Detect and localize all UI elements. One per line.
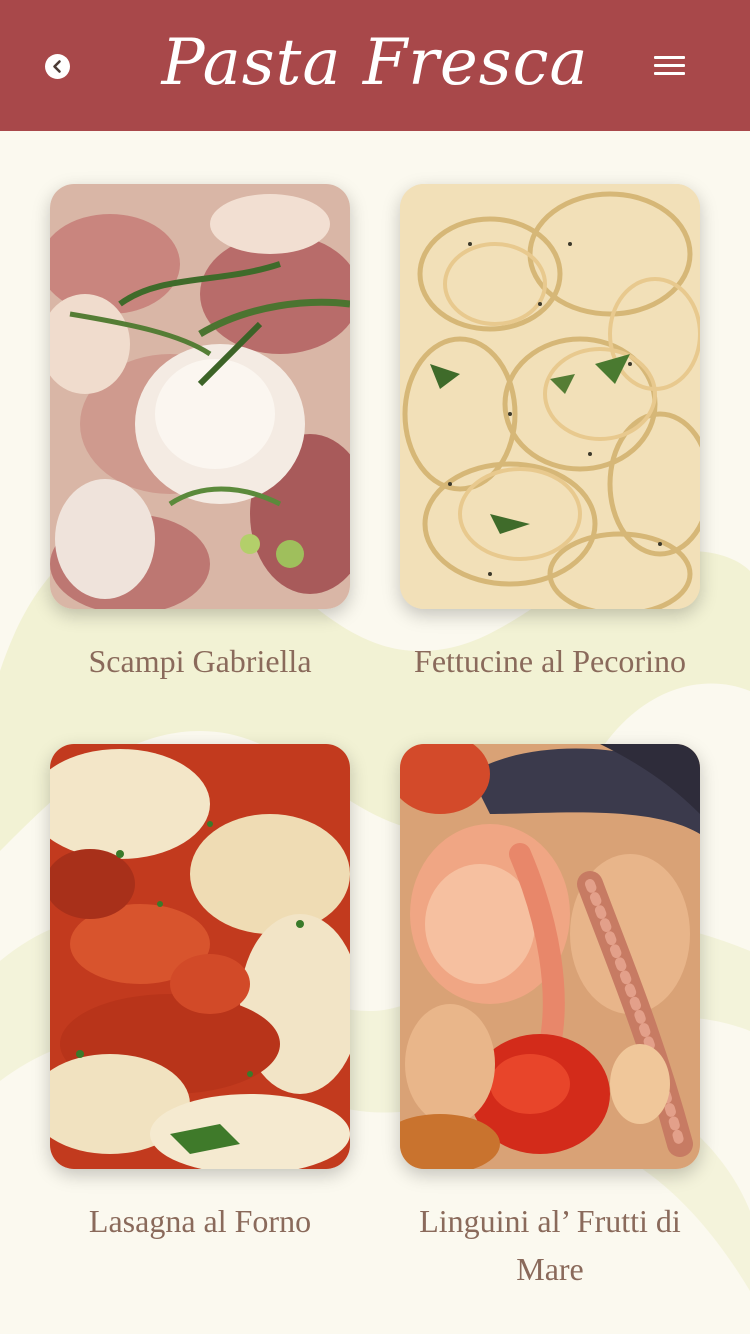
dish-card-fettucine-al-pecorino[interactable]: Fettucine al Pecorino: [400, 184, 700, 685]
baked-lasagna-photo: [50, 744, 350, 1169]
hamburger-menu-icon: [654, 56, 685, 59]
dish-card-linguini-frutti-di-mare[interactable]: Linguini al’ Frutti di Mare: [400, 744, 700, 1293]
app-header: Pasta Fresca: [0, 0, 750, 131]
menu-button[interactable]: [650, 52, 688, 80]
dish-grid: Scampi Gabriella Fettucine al Pecorino L…: [0, 131, 750, 1334]
fettuccine-cheese-photo: [400, 184, 700, 609]
brand-title: Pasta Fresca: [161, 26, 589, 100]
dish-card-scampi-gabriella[interactable]: Scampi Gabriella: [50, 184, 350, 685]
dish-name: Lasagna al Forno: [88, 1203, 312, 1239]
dish-name: Scampi Gabriella: [88, 643, 312, 679]
dish-name: Linguini al’ Frutti di Mare: [419, 1203, 681, 1287]
dish-name: Fettucine al Pecorino: [414, 643, 686, 679]
seafood-pasta-photo: [400, 744, 700, 1169]
shrimp-pasta-photo: [50, 184, 350, 609]
dish-card-lasagna-al-forno[interactable]: Lasagna al Forno: [50, 744, 350, 1245]
